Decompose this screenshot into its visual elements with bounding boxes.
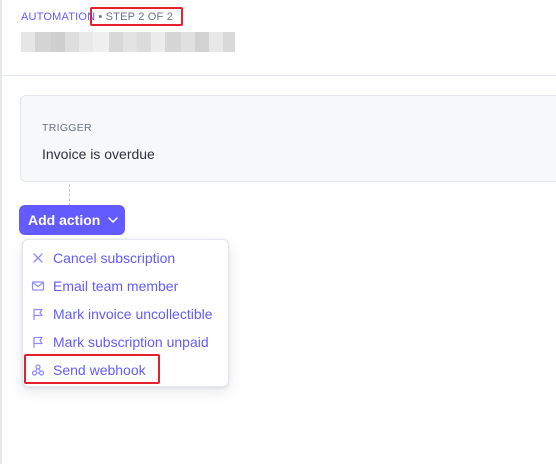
menu-item-mark-subscription-unpaid[interactable]: Mark subscription unpaid	[31, 331, 209, 353]
menu-item-email-team-member[interactable]: Email team member	[31, 275, 178, 297]
menu-item-label: Mark subscription unpaid	[53, 334, 209, 350]
step-highlight-box	[90, 7, 183, 26]
breadcrumb-automation-link[interactable]: AUTOMATION	[21, 11, 95, 23]
menu-item-mark-invoice-uncollectible[interactable]: Mark invoice uncollectible	[31, 303, 213, 325]
mail-icon	[31, 279, 45, 293]
menu-item-label: Cancel subscription	[53, 250, 176, 266]
close-icon	[31, 251, 45, 265]
flag-icon	[31, 307, 45, 321]
send-webhook-highlight-box	[24, 354, 160, 384]
page-left-border	[0, 0, 2, 464]
add-action-label: Add action	[28, 212, 101, 228]
chevron-down-icon	[107, 214, 119, 226]
header-divider	[2, 75, 556, 76]
trigger-value: Invoice is overdue	[42, 146, 155, 162]
trigger-label: TRIGGER	[42, 122, 92, 134]
flag-icon	[31, 335, 45, 349]
step-connector-line	[69, 184, 70, 206]
page-title-redacted	[21, 32, 245, 52]
menu-item-label: Email team member	[53, 278, 179, 294]
add-action-button[interactable]: Add action	[19, 205, 125, 235]
menu-item-cancel-subscription[interactable]: Cancel subscription	[31, 247, 175, 269]
trigger-card[interactable]: TRIGGER Invoice is overdue	[20, 95, 556, 182]
menu-item-label: Mark invoice uncollectible	[53, 306, 213, 322]
